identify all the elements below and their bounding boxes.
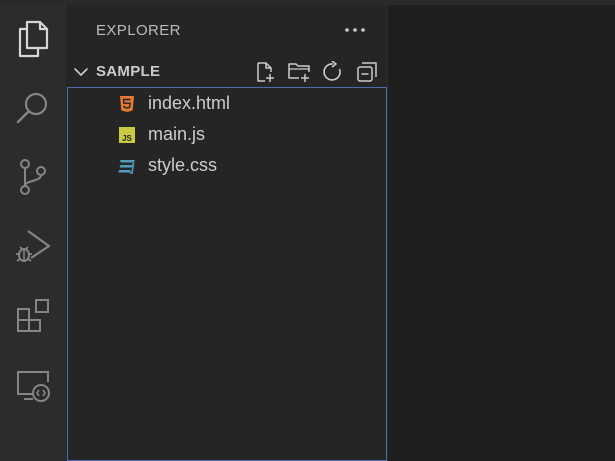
file-label: main.js xyxy=(148,124,206,144)
editor-area xyxy=(388,5,615,461)
collapse-all-icon xyxy=(357,62,377,82)
search-icon xyxy=(16,92,48,124)
activity-remote-explorer[interactable] xyxy=(0,362,66,410)
file-item-style-css[interactable]: style.css xyxy=(68,150,386,181)
sidebar-header: EXPLORER xyxy=(67,5,387,55)
extensions-icon xyxy=(17,299,49,332)
activity-extensions[interactable] xyxy=(0,292,66,340)
folder-header[interactable]: SAMPLE xyxy=(67,56,387,86)
sidebar-title: EXPLORER xyxy=(96,22,181,39)
file-item-main-js[interactable]: JS main.js xyxy=(68,119,386,150)
new-file-icon xyxy=(257,62,274,82)
collapse-all-button[interactable] xyxy=(353,59,381,85)
new-folder-button[interactable] xyxy=(285,59,313,85)
new-folder-icon xyxy=(288,63,310,82)
activity-run-debug[interactable] xyxy=(0,222,66,270)
new-file-button[interactable] xyxy=(251,59,279,85)
html5-icon xyxy=(120,96,134,112)
ellipsis-icon xyxy=(345,28,365,32)
activity-source-control[interactable] xyxy=(0,153,66,201)
refresh-icon xyxy=(323,61,341,81)
css3-icon xyxy=(118,160,135,174)
activity-search[interactable] xyxy=(0,84,66,132)
file-item-index-html[interactable]: index.html xyxy=(68,88,386,119)
explorer-sidebar: EXPLORER SAMPLE index.html JS main.js st… xyxy=(67,5,388,461)
chevron-down-icon xyxy=(74,68,88,76)
source-control-icon xyxy=(20,159,46,195)
javascript-icon: JS xyxy=(119,127,135,143)
run-debug-icon xyxy=(16,230,51,262)
explorer-icon xyxy=(18,20,49,58)
activity-bar xyxy=(0,5,67,461)
activity-explorer[interactable] xyxy=(0,15,66,63)
folder-name: SAMPLE xyxy=(96,63,161,80)
more-actions-button[interactable] xyxy=(340,18,370,42)
remote-explorer-icon xyxy=(17,371,50,402)
file-label: style.css xyxy=(148,155,218,175)
svg-text:JS: JS xyxy=(122,134,132,143)
file-label: index.html xyxy=(148,93,231,113)
vscode-window: EXPLORER SAMPLE index.html JS main.js st… xyxy=(0,0,615,461)
refresh-button[interactable] xyxy=(319,59,347,85)
file-tree: index.html JS main.js style.css xyxy=(67,87,387,461)
